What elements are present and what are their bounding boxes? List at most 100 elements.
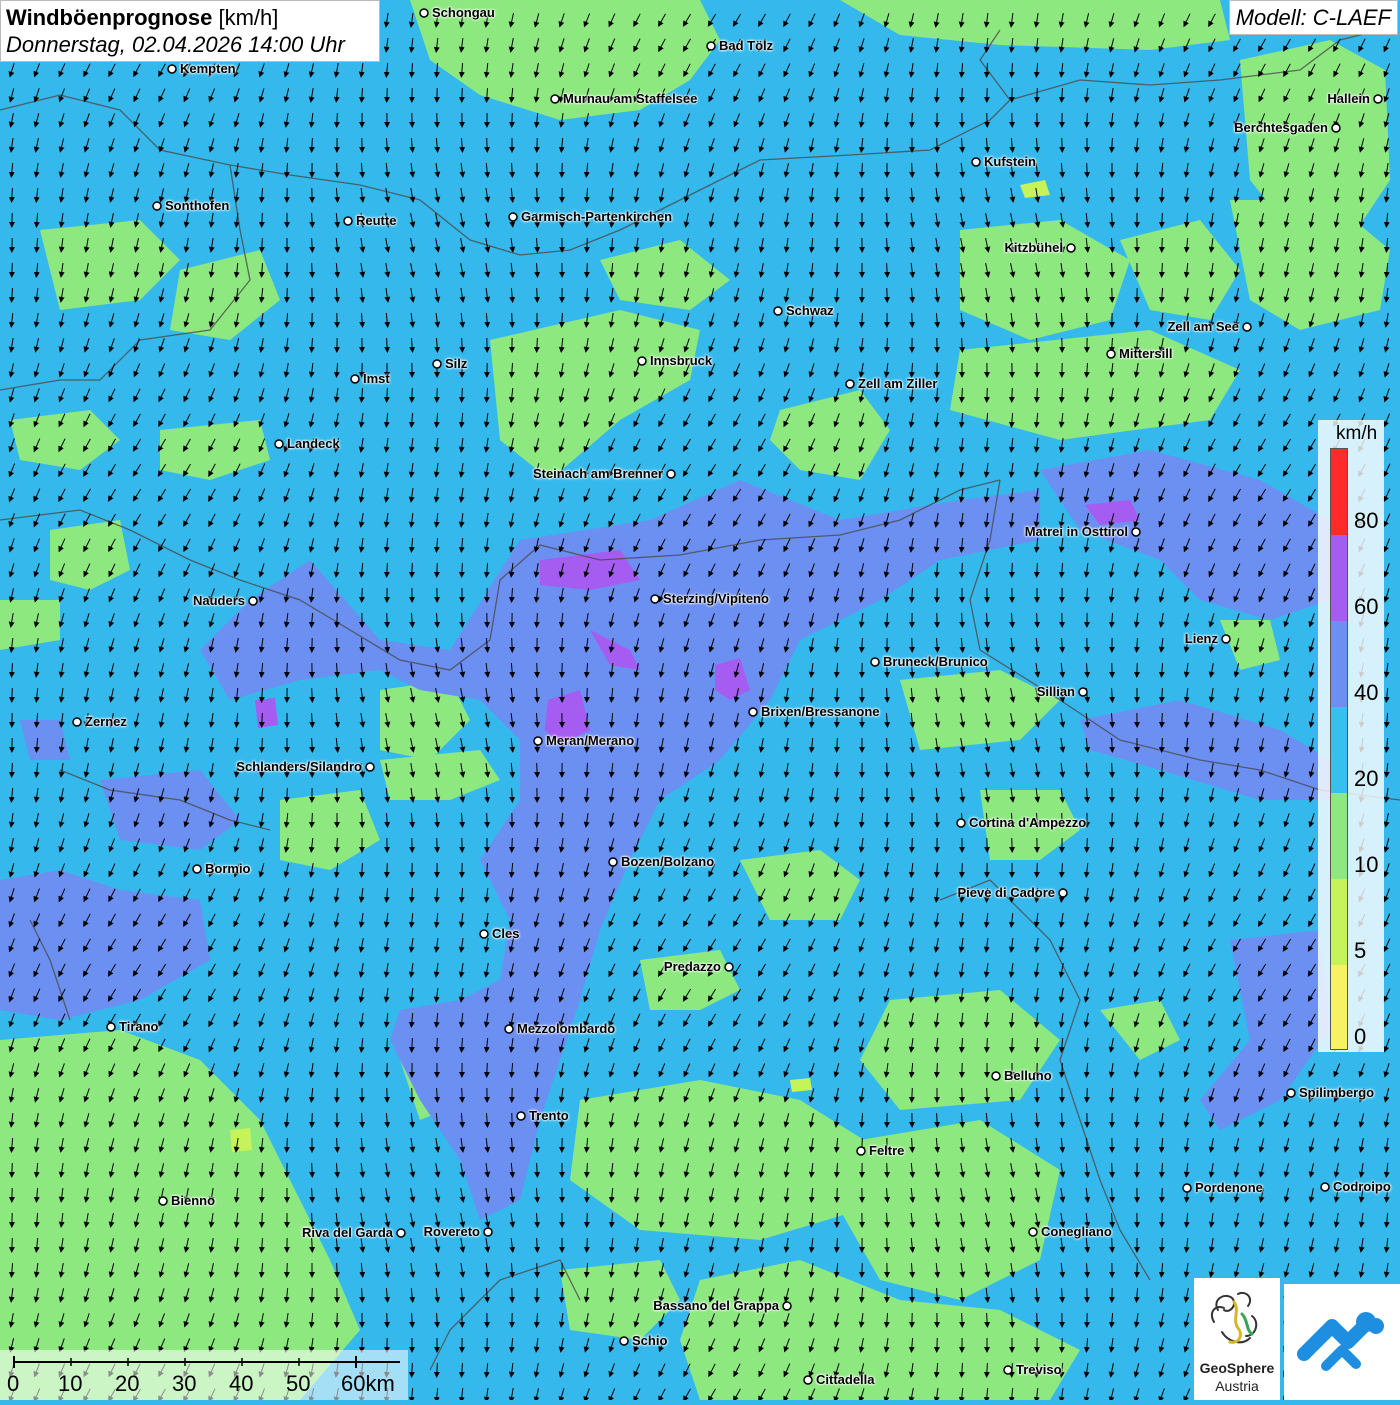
city-marker: [107, 1023, 115, 1031]
city-label: Kempten: [180, 61, 236, 76]
wind-arrow: [1037, 1313, 1038, 1327]
city-marker: [420, 9, 428, 17]
wind-arrow: [537, 188, 538, 202]
city-label: Cittadella: [816, 1372, 875, 1387]
wind-arrow: [462, 1088, 463, 1102]
city-marker: [774, 307, 782, 315]
city-marker: [433, 360, 441, 368]
wind-arrow: [1037, 88, 1038, 102]
wind-arrow: [487, 1338, 488, 1352]
legend-segment-blue: [1331, 621, 1347, 707]
wind-arrow: [837, 1213, 838, 1227]
city-marker: [1067, 244, 1075, 252]
wind-arrow: [1162, 1213, 1163, 1227]
city-label: Tirano: [119, 1019, 159, 1034]
wind-arrow: [962, 88, 963, 102]
city-label: Bruneck/Brunico: [883, 654, 988, 669]
city-marker: [480, 930, 488, 938]
city-label: Predazzo: [664, 959, 721, 974]
wind-arrow: [937, 813, 938, 827]
wind-arrow: [512, 638, 513, 652]
wind-arrow: [887, 1238, 888, 1252]
title-box: Windböenprognose [km/h] Donnerstag, 02.0…: [0, 0, 380, 62]
city-marker: [1374, 95, 1382, 103]
wind-arrow: [487, 1063, 488, 1077]
city-label: Imst: [363, 371, 390, 386]
legend-segment-red: [1331, 449, 1347, 535]
city-label: Nauders: [193, 593, 245, 608]
city-label: Rovereto: [424, 1224, 480, 1239]
city-marker: [168, 65, 176, 73]
city-marker: [957, 819, 965, 827]
city-marker: [1132, 528, 1140, 536]
city-marker: [193, 865, 201, 873]
geosphere-emblem-icon: [1194, 1280, 1280, 1360]
city-marker: [397, 1229, 405, 1237]
wind-arrow: [462, 88, 463, 102]
city-label: Sillian: [1037, 684, 1075, 699]
scale-label-30: 30: [172, 1371, 196, 1397]
wind-arrow: [537, 763, 538, 777]
legend-tick-40: 40: [1354, 680, 1378, 706]
wind-arrow: [837, 238, 838, 252]
city-label: Bormio: [205, 861, 251, 876]
city-label: Sterzing/Vipiteno: [663, 591, 769, 606]
legend-segment-green: [1331, 793, 1347, 879]
city-marker: [857, 1147, 865, 1155]
legend-tick-20: 20: [1354, 766, 1378, 792]
wind-arrow: [562, 163, 563, 177]
city-marker: [667, 470, 675, 478]
city-label: Codroipo: [1333, 1179, 1391, 1194]
wind-arrow: [512, 838, 513, 852]
app-logo[interactable]: [1284, 1284, 1400, 1400]
legend-bar: [1330, 448, 1348, 1050]
city-label: Trento: [529, 1108, 569, 1123]
wind-arrow: [312, 1288, 313, 1302]
wind-arrow: [912, 1088, 913, 1102]
legend-tick-60: 60: [1354, 594, 1378, 620]
wind-arrow: [437, 563, 438, 577]
city-label: Treviso: [1016, 1362, 1062, 1377]
wind-arrow: [987, 563, 988, 577]
city-marker: [153, 202, 161, 210]
city-label: Silz: [445, 356, 467, 371]
city-label: Spilimbergo: [1299, 1085, 1374, 1100]
wind-arrow: [462, 1313, 463, 1327]
wind-arrow: [337, 163, 338, 177]
wind-arrow: [587, 713, 588, 727]
city-label: Innsbruck: [650, 353, 712, 368]
city-marker: [651, 595, 659, 603]
wind-arrow: [312, 263, 313, 277]
city-marker: [159, 1197, 167, 1205]
model-label: Modell: C-LAEF: [1229, 0, 1398, 35]
city-label: Cortina d'Ampezzo: [969, 815, 1086, 830]
wind-arrow: [1112, 1238, 1113, 1252]
cloud-arrow-icon: [1284, 1284, 1400, 1400]
wind-arrow: [1087, 163, 1088, 177]
wind-arrow: [337, 1088, 338, 1102]
city-marker: [551, 95, 559, 103]
wind-arrow: [1137, 1263, 1138, 1277]
legend-tick-5: 5: [1354, 938, 1366, 964]
city-label: Bozen/Bolzano: [621, 854, 714, 869]
wind-arrow: [887, 763, 888, 777]
scale-bar: 0 10 20 30 40 50 60km: [0, 1350, 408, 1400]
geosphere-logo[interactable]: GeoSphere Austria: [1194, 1278, 1280, 1400]
wind-arrow: [962, 1313, 963, 1327]
wind-arrow: [437, 388, 438, 402]
wind-arrow: [562, 788, 563, 802]
wind-arrow: [1012, 1088, 1013, 1102]
wind-arrow: [312, 1238, 313, 1252]
city-label: Bad Tölz: [719, 38, 773, 53]
wind-arrow: [987, 1088, 988, 1102]
city-marker: [783, 1302, 791, 1310]
city-label: Belluno: [1004, 1068, 1052, 1083]
city-marker: [1243, 323, 1251, 331]
city-label: Matrei in Osttirol: [1025, 524, 1128, 539]
legend-tick-80: 80: [1354, 508, 1378, 534]
wind-arrow: [412, 563, 413, 577]
wind-arrow: [587, 688, 588, 702]
city-label: Pieve di Cadore: [957, 885, 1055, 900]
city-label: Berchtesgaden: [1234, 120, 1328, 135]
city-label: Feltre: [869, 1143, 904, 1158]
